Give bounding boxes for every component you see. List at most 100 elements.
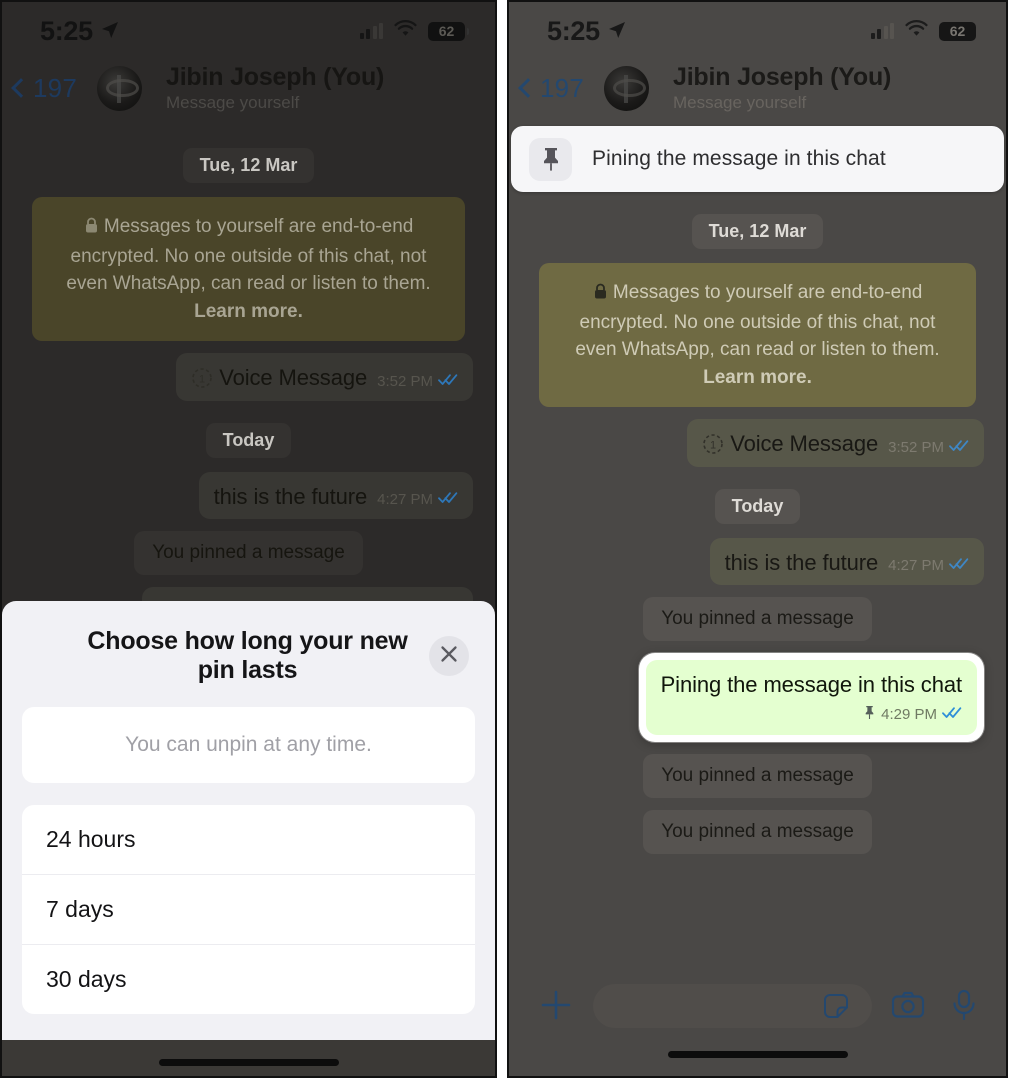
day-divider-today: Today — [205, 422, 292, 458]
message-time: 3:52 PM — [888, 438, 944, 456]
sheet-header: Choose how long your new pin lasts — [22, 623, 475, 685]
battery-indicator: 62 — [428, 21, 469, 41]
double-check-icon — [438, 491, 458, 508]
chevron-left-icon — [11, 78, 31, 98]
text-message-bubble[interactable]: this is the future 4:27 PM — [198, 471, 473, 520]
duration-options-card: 24 hours 7 days 30 days — [22, 805, 475, 1014]
sheet-title: Choose how long your new pin lasts — [87, 627, 408, 684]
camera-icon[interactable] — [888, 984, 928, 1026]
plus-icon[interactable] — [535, 984, 577, 1026]
status-time: 5:25 — [547, 15, 600, 46]
double-check-icon — [949, 439, 969, 456]
encryption-notice-text: Messages to yourself are end-to-end encr… — [575, 282, 940, 361]
lock-icon — [593, 281, 608, 309]
status-time: 5:25 — [40, 15, 93, 46]
day-divider: Tue, 12 Mar — [691, 214, 824, 250]
location-arrow-icon — [100, 16, 120, 47]
voice-message-label: 1 Voice Message — [702, 430, 878, 458]
message-text: Pining the message in this chat — [660, 672, 963, 698]
close-icon — [439, 644, 459, 669]
day-divider-row-today: Today — [24, 422, 473, 458]
chat-identity[interactable]: Jibin Joseph (You) Message yourself — [166, 64, 384, 112]
microphone-icon[interactable] — [944, 984, 984, 1026]
message-row-voice: 1 Voice Message 3:52 PM — [24, 353, 473, 401]
system-message-row: You pinned a message — [531, 753, 984, 798]
chat-header-right: 197 Jibin Joseph (You) Message yourself — [509, 60, 1006, 126]
message-row: this is the future 4:27 PM — [24, 471, 473, 520]
screenshot-stage: 5:25 62 197 Jibin Joseph (You) Message y… — [0, 0, 1010, 1078]
location-arrow-icon — [607, 16, 627, 47]
chevron-left-icon — [518, 78, 538, 98]
system-message-row: You pinned a message — [24, 531, 473, 576]
view-once-voice-icon: 1 — [191, 367, 213, 389]
cellular-bars-icon — [870, 23, 894, 39]
cellular-bars-icon — [359, 23, 383, 39]
learn-more-link[interactable]: Learn more. — [703, 367, 812, 388]
message-input-field[interactable] — [593, 984, 872, 1028]
encryption-notice-text: Messages to yourself are end-to-end encr… — [66, 216, 431, 295]
message-meta: 4:27 PM — [888, 557, 969, 576]
duration-option-24-hours[interactable]: 24 hours — [22, 805, 475, 874]
sticker-icon[interactable] — [816, 985, 856, 1027]
contact-name: Jibin Joseph (You) — [165, 63, 385, 91]
status-bar-right: 5:25 62 — [509, 2, 1006, 60]
message-text: this is the future — [213, 483, 368, 509]
learn-more-link[interactable]: Learn more. — [194, 301, 303, 322]
voice-message-text: Voice Message — [219, 365, 368, 391]
pin-icon — [529, 137, 572, 181]
text-message-bubble[interactable]: this is the future 4:27 PM — [709, 537, 984, 586]
message-meta: 4:27 PM — [377, 491, 458, 510]
system-message-row: You pinned a message — [531, 809, 984, 854]
avatar[interactable] — [96, 65, 142, 111]
system-message: You pinned a message — [643, 809, 872, 854]
message-row-pinned-highlight: Pining the message in this chat 4:29 PM — [531, 653, 984, 742]
pinned-message-bubble[interactable]: Pining the message in this chat 4:29 PM — [645, 660, 977, 735]
unpin-note-card: You can unpin at any time. — [22, 707, 475, 783]
avatar[interactable] — [603, 65, 649, 111]
message-input-bar — [509, 958, 1006, 1076]
double-check-icon — [438, 373, 458, 390]
status-bar-left: 5:25 62 — [2, 2, 495, 60]
contact-subtitle: Message yourself — [672, 93, 807, 113]
back-button[interactable]: 197 — [11, 73, 77, 104]
pinned-message-highlight[interactable]: Pining the message in this chat 4:29 PM — [638, 653, 984, 742]
pinned-message-banner[interactable]: Pining the message in this chat — [511, 126, 1004, 193]
svg-text:1: 1 — [199, 374, 205, 386]
system-message: You pinned a message — [643, 753, 872, 798]
day-divider: Tue, 12 Mar — [182, 148, 315, 184]
battery-level: 62 — [438, 23, 455, 39]
wifi-icon — [905, 20, 928, 42]
battery-indicator: 62 — [939, 21, 980, 41]
status-time-group: 5:25 — [547, 16, 627, 47]
system-message: You pinned a message — [134, 531, 363, 576]
lock-icon — [84, 215, 99, 243]
status-time-group: 5:25 — [40, 16, 120, 47]
pin-icon — [863, 705, 876, 724]
back-button[interactable]: 197 — [518, 72, 584, 104]
home-indicator — [158, 1059, 339, 1066]
duration-option-7-days[interactable]: 7 days — [22, 874, 475, 944]
voice-message-bubble[interactable]: 1 Voice Message 3:52 PM — [176, 353, 473, 401]
message-time: 4:27 PM — [888, 557, 944, 575]
message-meta: 4:29 PM — [863, 705, 962, 726]
encryption-notice[interactable]: Messages to yourself are end-to-end encr… — [32, 197, 465, 342]
message-time: 4:27 PM — [377, 491, 433, 509]
pinned-banner-text: Pining the message in this chat — [592, 147, 886, 171]
double-check-icon — [949, 557, 969, 574]
chat-identity[interactable]: Jibin Joseph (You) Message yourself — [673, 64, 891, 112]
chat-messages-right: Tue, 12 Mar Messages to yourself are end… — [509, 214, 1006, 854]
system-message-row: You pinned a message — [531, 597, 984, 642]
unpin-note-text: You can unpin at any time. — [125, 733, 372, 756]
encryption-notice[interactable]: Messages to yourself are end-to-end encr… — [539, 263, 976, 408]
back-unread-count: 197 — [540, 72, 584, 103]
message-meta: 3:52 PM — [888, 439, 969, 458]
chat-header-left: 197 Jibin Joseph (You) Message yourself — [2, 60, 495, 126]
home-indicator — [667, 1051, 848, 1058]
duration-option-30-days[interactable]: 30 days — [22, 944, 475, 1014]
message-row-voice: 1 Voice Message 3:52 PM — [531, 419, 984, 467]
close-button[interactable] — [429, 636, 469, 676]
voice-message-bubble[interactable]: 1 Voice Message 3:52 PM — [687, 419, 984, 467]
bottom-strip — [2, 1040, 495, 1076]
phone-screen-left: 5:25 62 197 Jibin Joseph (You) Message y… — [0, 0, 497, 1078]
pin-duration-sheet: Choose how long your new pin lasts You c… — [2, 601, 495, 1066]
